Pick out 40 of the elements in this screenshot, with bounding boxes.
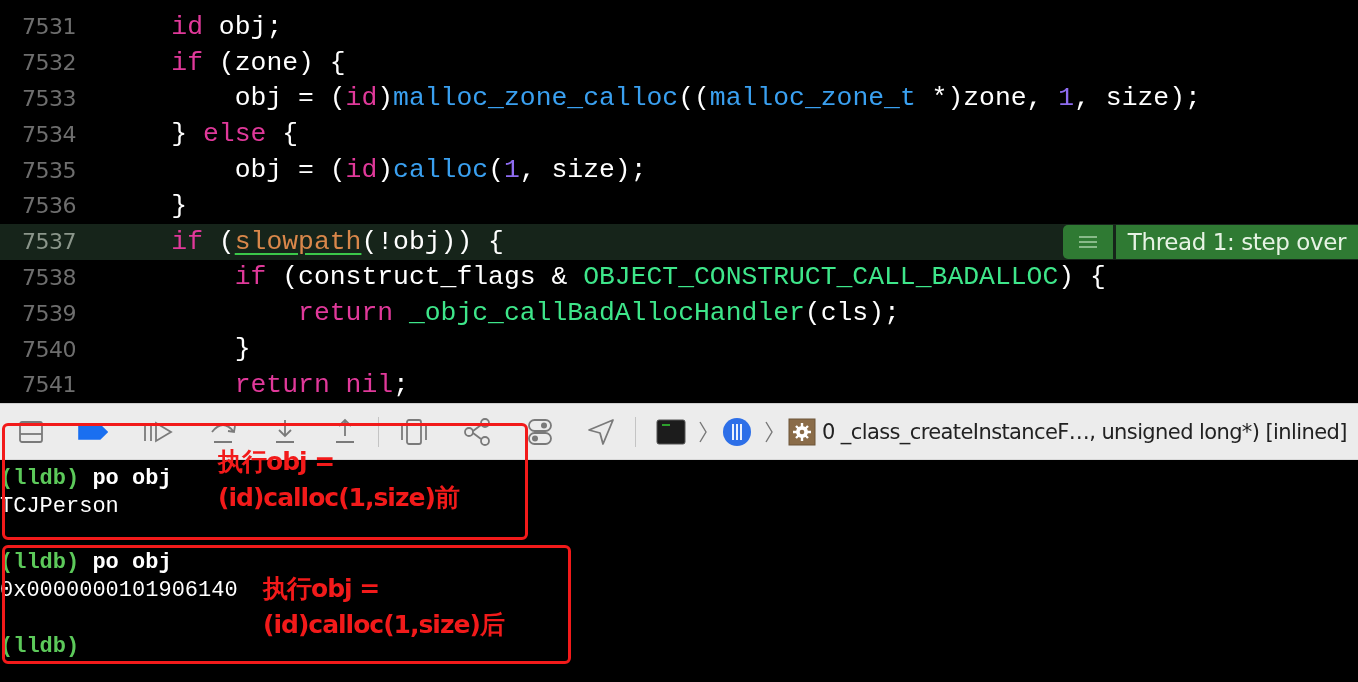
continue-icon[interactable] [142, 419, 174, 444]
code-line: obj = (id)calloc(1, size); [233, 155, 647, 186]
stack-frame-label[interactable]: 0 _class_createInstanceF…, unsigned long*) [inlined] [822, 419, 1347, 444]
code-line: id obj; [170, 11, 283, 42]
line-number: 7534 [21, 121, 76, 147]
line-number: 7540 [21, 336, 76, 362]
environment-toggle-icon[interactable] [527, 417, 553, 446]
code-line: if (slowpath(!obj)) { [170, 226, 504, 257]
line-number: 7541 [21, 372, 76, 398]
console-line: (lldb) po obj [0, 465, 172, 493]
thread-icon[interactable] [722, 416, 752, 447]
code-line: if (zone) { [170, 47, 346, 78]
line-number: 7532 [21, 50, 76, 76]
code-line: } [170, 190, 188, 221]
code-line: return nil; [233, 369, 409, 400]
code-line: return _objc_callBadAllocHandler(cls); [297, 298, 900, 329]
chevron-icon [698, 419, 708, 444]
panel-toggle-icon[interactable] [18, 418, 44, 445]
code-line: } else { [170, 119, 299, 150]
line-number: 7533 [21, 86, 76, 111]
line-number: 7536 [21, 193, 76, 219]
line-number: 7539 [21, 300, 76, 326]
code-line: obj = (id)malloc_zone_calloc((malloc_zone_t *)zone, 1, size); [233, 83, 1201, 114]
gear-icon[interactable] [788, 417, 816, 446]
view-hierarchy-icon[interactable] [399, 417, 429, 446]
code-line: if (construct_flags & OBJECT_CONSTRUCT_CALL_BADALLOC) { [233, 262, 1106, 293]
memory-graph-icon[interactable] [463, 417, 493, 446]
chevron-icon [764, 419, 774, 444]
line-number: 7531 [21, 14, 76, 40]
console-line: (lldb) [0, 633, 80, 661]
line-number: 7537 [21, 229, 76, 255]
line-number: 7538 [21, 264, 76, 290]
location-icon[interactable] [587, 417, 615, 446]
console-line: (lldb) po obj [0, 549, 172, 577]
code-line: } [233, 334, 251, 365]
line-number: 7535 [21, 157, 76, 183]
terminal-icon[interactable] [656, 418, 686, 445]
thread-marker-label: Thread 1: step over [1115, 224, 1358, 259]
menu-icon[interactable] [1062, 224, 1113, 259]
annotation-text: 执行obj = (id)calloc(1,size)后 [263, 573, 504, 641]
